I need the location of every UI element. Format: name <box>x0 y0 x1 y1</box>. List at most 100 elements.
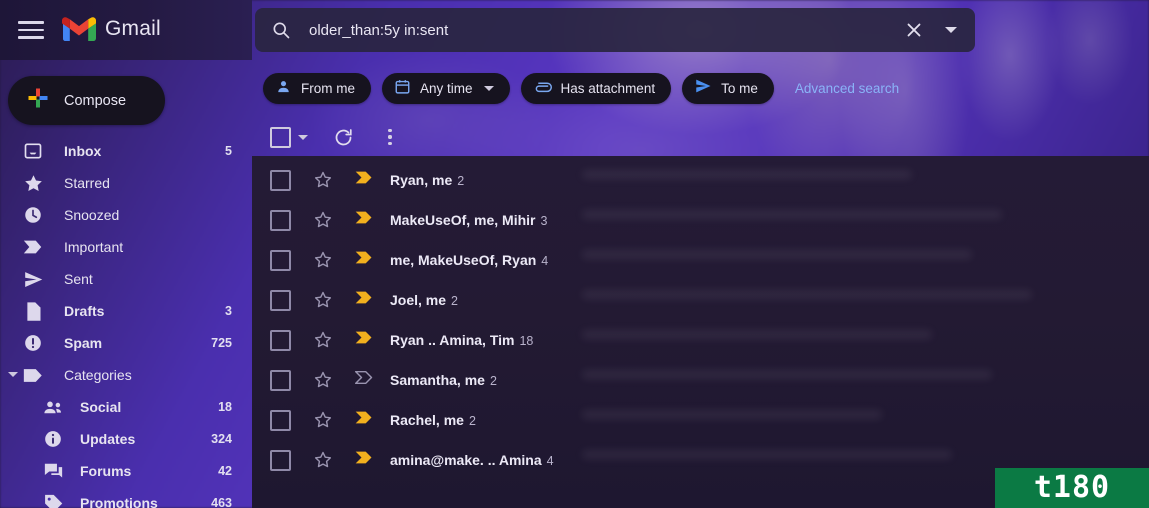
refresh-icon[interactable] <box>331 125 355 149</box>
mail-row-senders: Joel, me 2 <box>390 292 458 308</box>
mail-list-toolbar <box>252 118 1149 156</box>
chevron-down-icon[interactable] <box>298 134 308 140</box>
info-icon <box>42 428 64 450</box>
chip-label: To me <box>721 81 758 96</box>
mail-row-checkbox[interactable] <box>270 369 291 391</box>
clock-icon <box>22 204 44 226</box>
chip-label: Has attachment <box>560 81 656 96</box>
sidebar-item-categories[interactable]: Categories <box>0 359 252 391</box>
star-icon[interactable] <box>313 210 333 230</box>
sidebar-item-sent[interactable]: Sent <box>0 263 252 295</box>
chip-has-attachment[interactable]: Has attachment <box>520 73 672 104</box>
sidebar-item-label: Snoozed <box>64 207 120 223</box>
star-icon[interactable] <box>313 330 333 350</box>
sidebar-item-label: Important <box>64 239 124 255</box>
sidebar-item-label: Sent <box>64 271 93 287</box>
search-bar[interactable] <box>255 8 975 52</box>
chip-from-me[interactable]: From me <box>263 73 371 104</box>
mail-row-checkbox[interactable] <box>270 289 291 311</box>
sidebar-item-social[interactable]: Social 18 <box>0 391 252 423</box>
more-options-kebab-icon[interactable] <box>378 125 402 149</box>
gmail-wordmark: Gmail <box>105 17 161 40</box>
mail-row-message-count: 2 <box>451 294 458 308</box>
sidebar-item-count: 463 <box>211 496 232 508</box>
people-icon <box>42 396 64 418</box>
compose-button[interactable]: Compose <box>8 76 165 125</box>
star-icon <box>22 172 44 194</box>
mail-row-checkbox[interactable] <box>270 209 291 231</box>
tag-icon <box>42 492 64 508</box>
mail-row-checkbox[interactable] <box>270 249 291 271</box>
chip-to-me[interactable]: To me <box>682 73 774 104</box>
mail-row-senders: Samantha, me 2 <box>390 372 497 388</box>
sidebar-item-label: Spam <box>64 335 103 351</box>
mail-row[interactable]: me, MakeUseOf, Ryan 4 <box>252 240 1149 280</box>
star-icon[interactable] <box>313 170 333 190</box>
sidebar-item-label: Social <box>80 399 122 415</box>
sidebar-item-inbox[interactable]: Inbox 5 <box>0 135 252 167</box>
mail-row-message-count: 4 <box>546 454 554 468</box>
mail-row[interactable]: Rachel, me 2 <box>252 400 1149 440</box>
sidebar-item-drafts[interactable]: Drafts 3 <box>0 295 252 327</box>
search-icon <box>271 20 291 40</box>
mail-row-checkbox[interactable] <box>270 329 291 351</box>
spam-icon <box>22 332 44 354</box>
star-icon[interactable] <box>313 450 333 470</box>
send-icon <box>22 268 44 290</box>
important-marker-icon[interactable] <box>354 250 374 270</box>
mail-row-message-count: 4 <box>541 254 549 268</box>
important-marker-icon[interactable] <box>354 410 374 430</box>
mail-row-checkbox[interactable] <box>270 449 291 471</box>
sidebar-item-count: 324 <box>211 432 232 446</box>
mail-row-checkbox[interactable] <box>270 169 291 191</box>
sidebar-item-important[interactable]: Important <box>0 231 252 263</box>
hamburger-menu-icon[interactable] <box>18 16 46 44</box>
star-icon[interactable] <box>313 290 333 310</box>
show-search-options-icon[interactable] <box>941 20 961 40</box>
mail-row[interactable]: Joel, me 2 <box>252 280 1149 320</box>
advanced-search-link[interactable]: Advanced search <box>795 81 899 96</box>
sidebar-item-updates[interactable]: Updates 324 <box>0 423 252 455</box>
search-input[interactable] <box>307 20 903 40</box>
chip-label: From me <box>301 81 355 96</box>
attachment-icon <box>533 78 552 100</box>
mail-row[interactable]: Ryan .. Amina, Tim 18 <box>252 320 1149 360</box>
important-marker-icon[interactable] <box>354 210 374 230</box>
chip-any-time[interactable]: Any time <box>382 73 510 104</box>
sidebar-item-label: Inbox <box>64 143 102 159</box>
sidebar-item-count: 42 <box>218 464 232 478</box>
mail-row-message-count: 3 <box>540 214 548 228</box>
chevron-down-icon[interactable] <box>8 372 18 377</box>
sidebar-item-count: 3 <box>225 304 232 318</box>
select-all-checkbox[interactable] <box>270 126 291 148</box>
sidebar-item-snoozed[interactable]: Snoozed <box>0 199 252 231</box>
mail-row-checkbox[interactable] <box>270 409 291 431</box>
sidebar-item-label: Starred <box>64 175 110 191</box>
sidebar-item-starred[interactable]: Starred <box>0 167 252 199</box>
important-marker-icon[interactable] <box>354 330 374 350</box>
sidebar-item-label: Drafts <box>64 303 105 319</box>
sidebar-item-spam[interactable]: Spam 725 <box>0 327 252 359</box>
mail-row-message-count: 2 <box>457 174 465 188</box>
mail-row-message-count: 2 <box>489 374 497 388</box>
calendar-icon <box>394 78 411 100</box>
mail-row[interactable]: Ryan, me 2 <box>252 160 1149 200</box>
chevron-down-icon[interactable] <box>483 86 494 91</box>
star-icon[interactable] <box>313 370 333 390</box>
mail-row[interactable]: MakeUseOf, me, Mihir 3 <box>252 200 1149 240</box>
important-marker-icon[interactable] <box>354 170 374 190</box>
mail-row-message-count: 2 <box>468 414 476 428</box>
important-marker-icon[interactable] <box>354 370 374 390</box>
star-icon[interactable] <box>313 250 333 270</box>
important-marker-icon[interactable] <box>354 290 374 310</box>
send-icon <box>694 77 712 100</box>
star-icon[interactable] <box>313 410 333 430</box>
mail-row[interactable]: Samantha, me 2 <box>252 360 1149 400</box>
mail-row-message-count: 18 <box>519 334 534 348</box>
sidebar-item-forums[interactable]: Forums 42 <box>0 455 252 487</box>
chip-label: Any time <box>420 81 473 96</box>
mail-row-senders: MakeUseOf, me, Mihir 3 <box>390 212 548 228</box>
close-icon[interactable] <box>903 19 925 41</box>
important-marker-icon[interactable] <box>354 450 374 470</box>
sidebar-item-promotions[interactable]: Promotions 463 <box>0 487 252 508</box>
